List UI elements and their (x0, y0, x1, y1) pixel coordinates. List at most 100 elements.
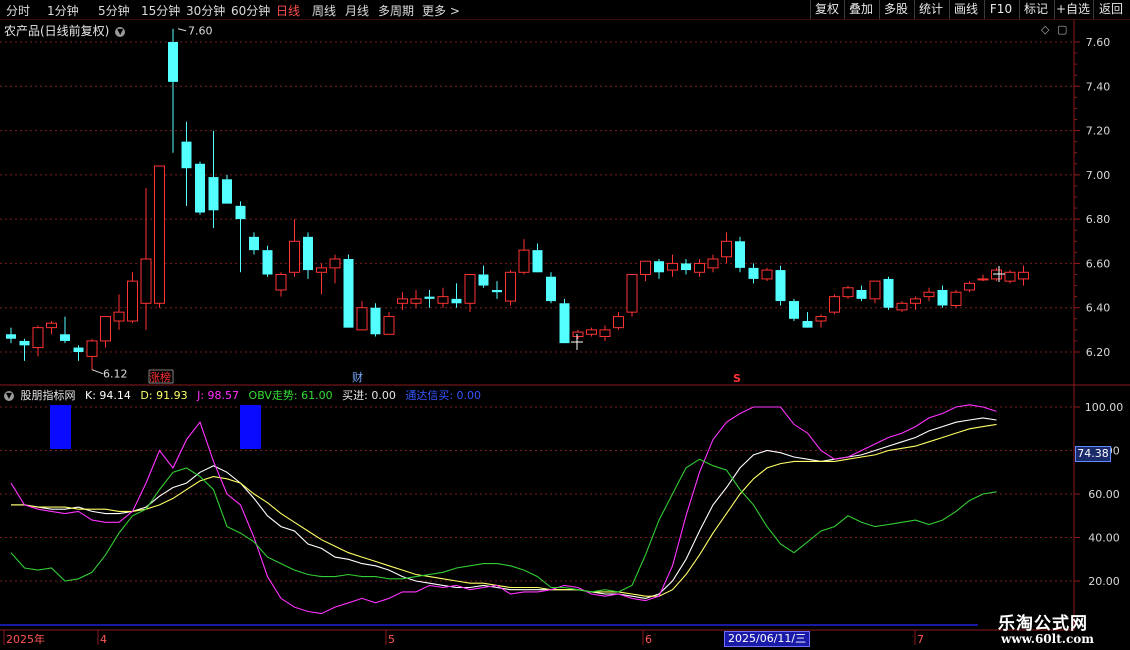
candle-body-up (1018, 271, 1029, 280)
candle (640, 260, 651, 282)
indicator-name[interactable]: 股朋指标网 (21, 389, 76, 402)
obv-value: OBV走势: 61.00 (248, 389, 333, 402)
candle (195, 161, 205, 215)
period-tab[interactable]: 15分钟 (141, 2, 180, 19)
indicator-tick-label: 60.00 (1088, 488, 1120, 501)
candle (896, 301, 908, 313)
candle-body-down (181, 141, 192, 169)
candle (370, 303, 381, 337)
candle-body-up (505, 271, 516, 302)
stats-button[interactable]: 统计 (914, 0, 947, 19)
candle-body-up (356, 307, 368, 331)
candle-body-up (721, 240, 732, 258)
candle-body-up (86, 340, 98, 357)
candle-body-down (937, 290, 948, 306)
candle-body-down (478, 274, 489, 286)
candle-body-down (735, 241, 745, 268)
s-marker: S (733, 372, 741, 385)
price-tick-label: 7.60 (1086, 36, 1111, 49)
price-tick-label: 6.80 (1086, 213, 1111, 226)
diamond-icon: ◇ (1041, 23, 1050, 36)
draw-button[interactable]: 画线 (949, 0, 982, 19)
indicator-tick-label: 100.00 (1085, 401, 1124, 414)
chevron-down-icon[interactable]: ▼ (4, 391, 14, 401)
candle-body-down (492, 290, 502, 293)
period-tab-active[interactable]: 日线 (276, 2, 300, 19)
candle (991, 267, 1002, 282)
add-favorite-button[interactable]: +自选 (1054, 0, 1091, 19)
candle (802, 312, 813, 328)
candle-body-down (343, 259, 354, 328)
candle (977, 274, 989, 282)
period-tab[interactable]: 30分钟 (186, 2, 225, 19)
candle-body-up (613, 316, 624, 329)
candle (113, 294, 125, 330)
period-tab[interactable]: 月线 (345, 2, 369, 19)
j-line (10, 404, 997, 615)
period-tab[interactable]: 1分钟 (47, 2, 79, 19)
candle-body-down (424, 296, 435, 299)
f10-button[interactable]: F10 (984, 0, 1017, 19)
candle-body-up (815, 316, 827, 322)
stock-title-text: 农产品(日线前复权) (4, 24, 110, 38)
candle (356, 301, 368, 331)
candle (1004, 270, 1016, 284)
candle-body-down (546, 276, 556, 302)
candle-body-up (289, 240, 300, 273)
kline-chart[interactable]: 6.20 6.40 6.60 6.80 7.00 7.20 7.40 7.60 20.00 40.… (0, 0, 1130, 650)
stock-title[interactable]: 农产品(日线前复权) ▼ (4, 22, 126, 39)
candle (275, 272, 287, 297)
price-tick-label: 7.40 (1086, 80, 1111, 93)
multi-stock-button[interactable]: 多股 (879, 0, 912, 19)
candle (789, 298, 799, 321)
candle-body-up (896, 302, 908, 311)
period-tab[interactable]: 多周期 (378, 2, 414, 19)
period-tab[interactable]: 周线 (312, 2, 336, 19)
candle (559, 298, 570, 344)
candle-body-up (640, 260, 651, 276)
period-tab[interactable]: 5分钟 (98, 2, 130, 19)
candle (464, 274, 476, 313)
toolbar: 分时 1分钟 5分钟 15分钟 30分钟 60分钟 日线 周线 月线 多周期 更… (0, 0, 1130, 20)
candle (208, 130, 219, 228)
mark-button[interactable]: 标记 (1019, 0, 1052, 19)
candle (32, 325, 44, 357)
candle-body-down (789, 301, 799, 319)
period-tab[interactable]: 分时 (6, 2, 30, 19)
obv-line (10, 458, 997, 593)
period-tab[interactable]: 60分钟 (231, 2, 270, 19)
cai-marker: 财 (352, 370, 363, 384)
candle (923, 287, 935, 302)
x-axis-label: 4 (100, 633, 107, 646)
back-button[interactable]: 返回 (1093, 0, 1128, 19)
price-tick-label: 6.20 (1086, 346, 1111, 359)
candle-body-up (869, 280, 881, 300)
d-line (11, 423, 997, 597)
candle-body-down (6, 334, 16, 339)
candle-body-down (775, 270, 786, 302)
candle (73, 345, 84, 361)
candle-body-up (572, 331, 584, 338)
candle (950, 290, 962, 308)
candle (815, 314, 827, 328)
candle (748, 263, 759, 284)
candle (60, 316, 70, 344)
candle (437, 287, 449, 308)
d-value: D: 91.93 (140, 389, 188, 402)
more-menu[interactable]: 更多 > (422, 2, 460, 19)
k-line (11, 417, 997, 599)
candle (6, 327, 16, 344)
chevron-down-icon[interactable]: ▼ (115, 26, 126, 37)
candle-body-up (964, 282, 975, 291)
candle (842, 285, 854, 299)
candle-body-up (950, 291, 962, 307)
candle-body-down (654, 261, 664, 273)
candle (707, 254, 719, 273)
fuquan-button[interactable]: 复权 (810, 0, 843, 19)
candle-body-up (626, 274, 638, 313)
candle (735, 236, 745, 273)
candle-body-down (235, 205, 246, 220)
candle (518, 239, 530, 275)
overlay-button[interactable]: 叠加 (844, 0, 877, 19)
candle-body-up (923, 291, 935, 298)
